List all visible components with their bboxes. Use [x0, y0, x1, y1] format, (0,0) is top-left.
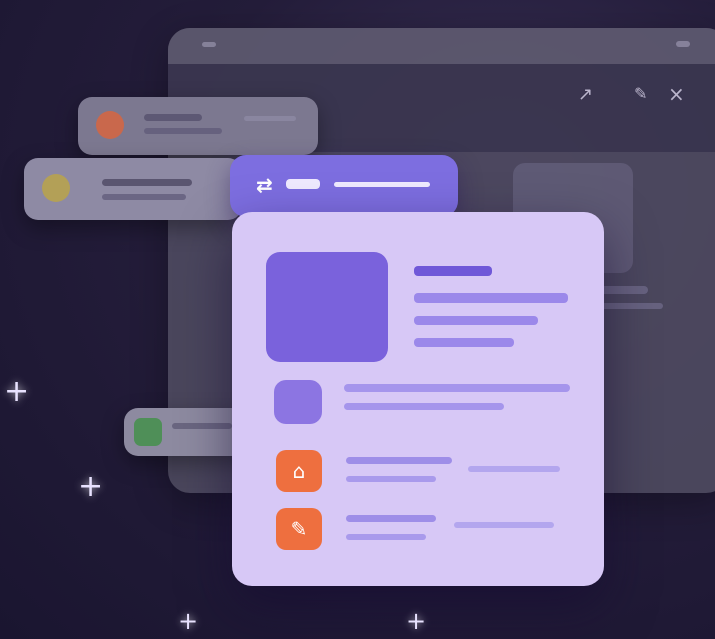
text-placeholder [346, 534, 426, 540]
text-placeholder [414, 293, 568, 303]
placeholder-line [172, 423, 232, 429]
sparkle-icon: + [178, 607, 199, 635]
main-panel: ⌂ ✎ [232, 212, 604, 586]
home-icon[interactable]: ⌂ [276, 450, 322, 492]
sparkle-icon: + [4, 374, 30, 409]
edit-icon[interactable]: ✎ [634, 84, 647, 103]
hero-image [266, 252, 388, 362]
pen-icon[interactable]: ✎ [276, 508, 322, 550]
title-placeholder [414, 266, 492, 276]
text-placeholder [468, 466, 560, 472]
text-placeholder [346, 457, 452, 464]
window-dot [676, 41, 690, 47]
notification-card[interactable] [24, 158, 242, 220]
window-dot [202, 42, 216, 47]
sparkle-icon: + [78, 469, 104, 504]
placeholder-line [102, 194, 186, 200]
floating-header[interactable]: ⇄ [230, 155, 458, 217]
text-placeholder [344, 384, 570, 392]
text-placeholder [414, 338, 514, 347]
tool-icon [96, 111, 124, 139]
text-placeholder [454, 522, 554, 528]
placeholder-line [334, 182, 430, 187]
share-icon[interactable]: ↗ [578, 84, 593, 105]
close-icon[interactable]: × [668, 82, 685, 106]
emoji-icon [42, 174, 70, 202]
text-placeholder [414, 316, 538, 325]
image-icon [134, 418, 162, 446]
text-placeholder [346, 515, 436, 522]
placeholder-line [144, 128, 222, 134]
placeholder-line [102, 179, 192, 186]
placeholder-line [286, 179, 320, 189]
sparkle-icon: + [406, 607, 427, 635]
placeholder-line [244, 116, 296, 121]
window-titlebar [168, 28, 715, 64]
text-placeholder [344, 403, 504, 410]
promo-illustration: { "icons": { "header_left": "link-icon",… [0, 0, 715, 639]
notification-card[interactable] [78, 97, 318, 155]
avatar [274, 380, 322, 424]
text-placeholder [346, 476, 436, 482]
placeholder-line [144, 114, 202, 121]
link-icon: ⇄ [256, 173, 273, 197]
